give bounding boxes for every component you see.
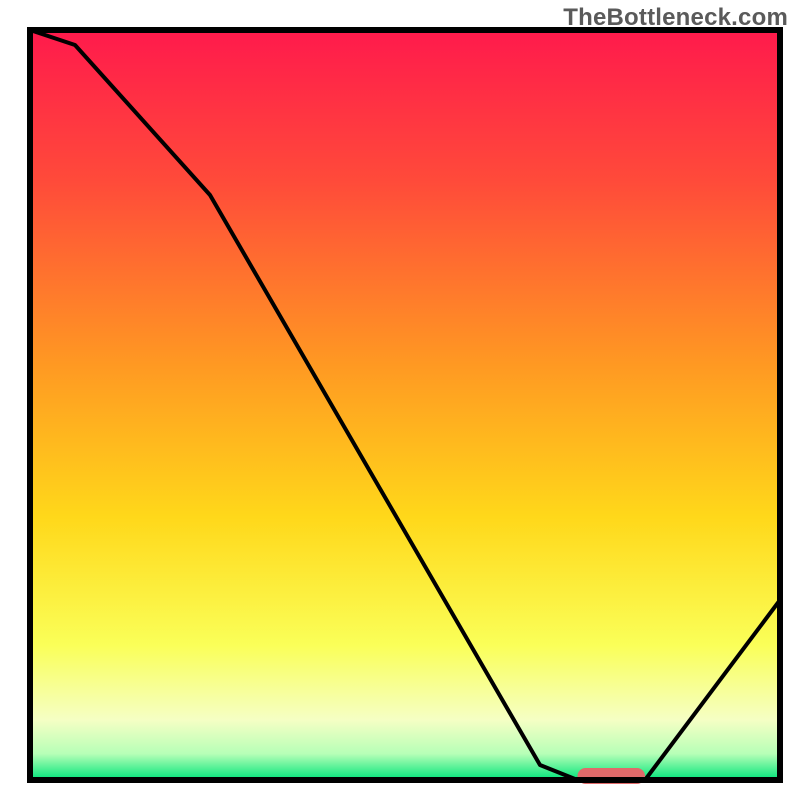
watermark-text: TheBottleneck.com (563, 4, 788, 32)
bottleneck-chart (0, 0, 800, 800)
chart-container: TheBottleneck.com (0, 0, 800, 800)
plot-background (30, 30, 780, 780)
